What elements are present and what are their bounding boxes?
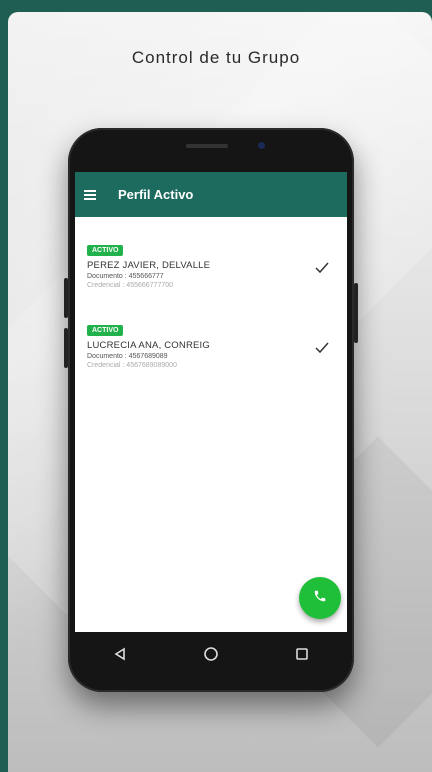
phone-mockup: Perfil Activo ACTIVO PEREZ JAVIER, DELVA… [64,128,358,692]
phone-camera [258,142,265,149]
profile-credential: Credencial : 4567689089000 [87,362,177,369]
phone-side-button [64,278,68,318]
profile-name: LUCRECIA ANA, CONREIG [87,340,210,351]
profile-item[interactable]: ACTIVO LUCRECIA ANA, CONREIG Documento :… [75,319,347,377]
recents-square-icon[interactable] [282,639,322,669]
menu-icon[interactable] [84,188,96,202]
profile-credential: Credencial : 455666777700 [87,282,174,289]
profile-document: Documento : 455666777 [87,273,164,280]
phone-icon [313,589,327,608]
promo-headline: Control de tu Grupo [131,48,301,67]
status-badge: ACTIVO [87,325,124,336]
app-bar-title: Perfil Activo [118,187,194,202]
app-screen: Perfil Activo ACTIVO PEREZ JAVIER, DELVA… [75,172,347,632]
home-circle-icon[interactable] [191,639,231,669]
back-triangle-icon[interactable] [100,639,140,669]
profile-item[interactable]: ACTIVO PEREZ JAVIER, DELVALLE Documento … [75,239,347,297]
phone-side-button [64,328,68,368]
phone-speaker [186,144,228,148]
phone-power-button [354,283,358,343]
profile-document: Documento : 4567689089 [87,353,168,360]
profile-name: PEREZ JAVIER, DELVALLE [87,260,211,271]
check-icon[interactable] [315,341,329,357]
profile-list: ACTIVO PEREZ JAVIER, DELVALLE Documento … [75,217,347,377]
system-nav-bar [75,632,347,676]
check-icon[interactable] [315,261,329,277]
app-bar: Perfil Activo [75,172,347,217]
call-button[interactable] [299,577,341,619]
status-badge: ACTIVO [87,245,124,256]
